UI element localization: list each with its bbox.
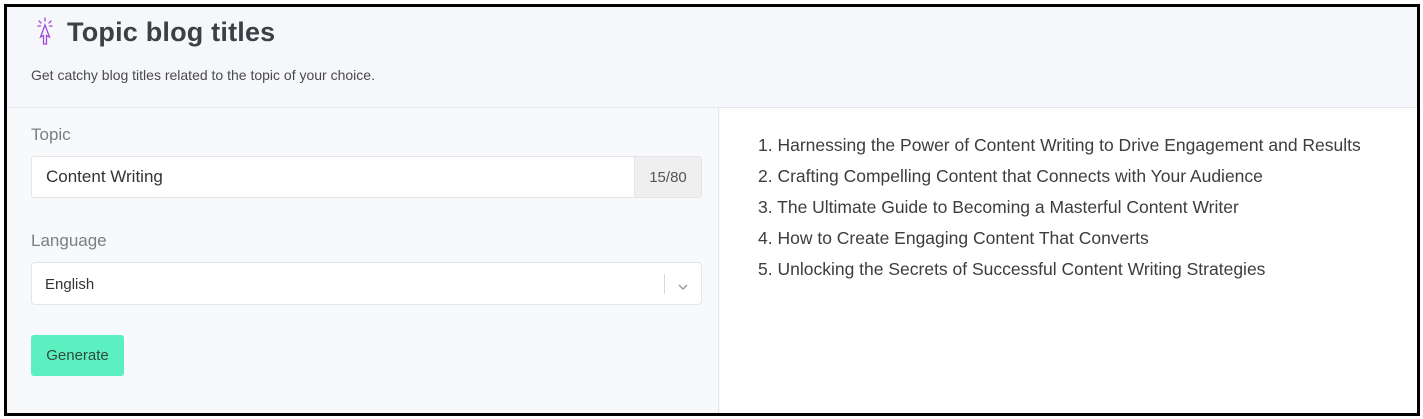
topic-input[interactable] xyxy=(32,157,634,197)
magic-wand-icon xyxy=(33,16,57,48)
topic-char-count: 15/80 xyxy=(634,157,701,197)
generate-button[interactable]: Generate xyxy=(31,335,124,376)
results-panel: 1. Harnessing the Power of Content Writi… xyxy=(720,108,1417,413)
topic-label: Topic xyxy=(31,125,71,144)
app-frame: Topic blog titles Get catchy blog titles… xyxy=(4,4,1420,416)
result-item: 4. How to Create Engaging Content That C… xyxy=(758,228,1149,248)
title-row: Topic blog titles xyxy=(33,16,275,48)
language-select[interactable]: English xyxy=(31,262,702,305)
result-item: 1. Harnessing the Power of Content Writi… xyxy=(758,135,1361,155)
input-panel: Topic 15/80 Language English Generate xyxy=(7,108,719,413)
result-item: 2. Crafting Compelling Content that Conn… xyxy=(758,166,1263,186)
language-label: Language xyxy=(31,231,107,250)
select-divider xyxy=(664,274,665,294)
chevron-down-icon[interactable] xyxy=(677,279,689,291)
page-header: Topic blog titles Get catchy blog titles… xyxy=(7,7,1417,108)
results-list: 1. Harnessing the Power of Content Writi… xyxy=(758,134,1361,289)
page-title: Topic blog titles xyxy=(67,16,276,47)
topic-field: 15/80 xyxy=(31,156,702,198)
page-subtitle: Get catchy blog titles related to the to… xyxy=(31,67,375,83)
language-selected-value: English xyxy=(45,276,95,293)
result-item: 5. Unlocking the Secrets of Successful C… xyxy=(758,259,1266,279)
result-item: 3. The Ultimate Guide to Becoming a Mast… xyxy=(758,197,1239,217)
